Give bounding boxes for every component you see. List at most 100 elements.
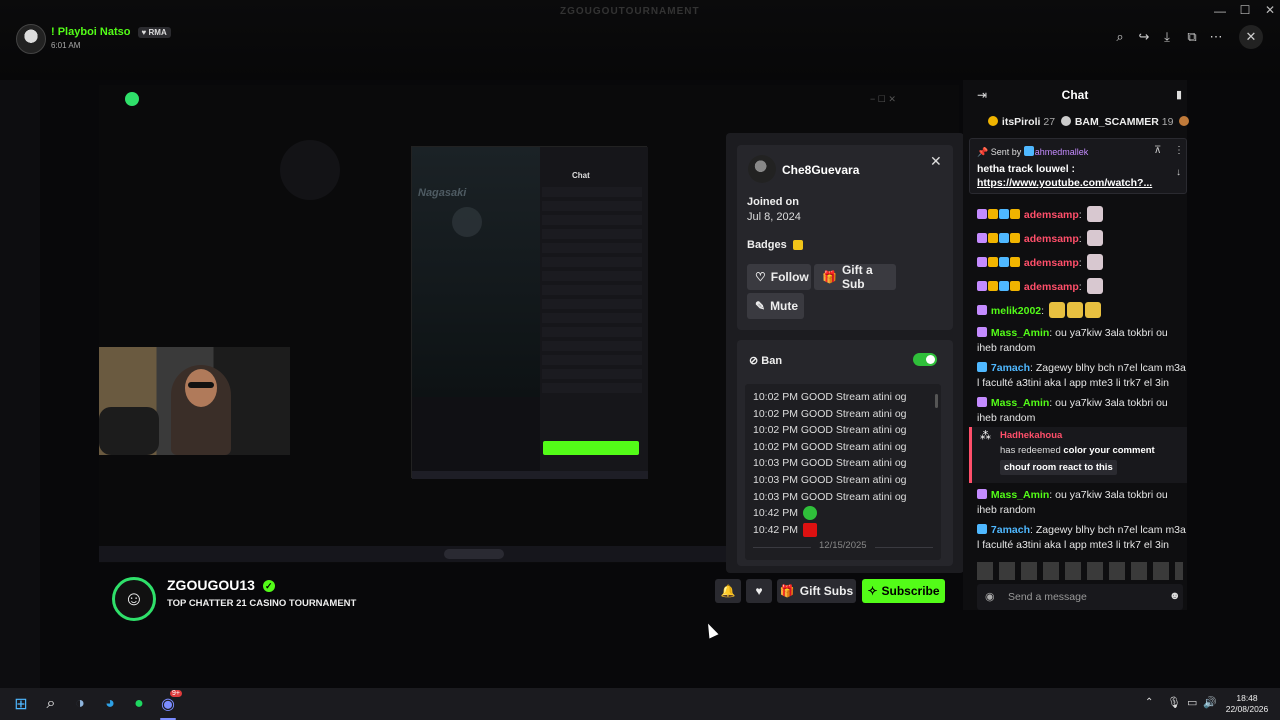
chat-input[interactable]: ◉ Send a message ☻	[977, 584, 1183, 610]
user-message-history[interactable]: 10:02 PM GOOD Stream atini og 10:02 PM GO…	[745, 384, 941, 560]
redeem-user[interactable]: Hadhekahoua	[1000, 430, 1062, 441]
pinned-more-icon[interactable]: ⋮	[1174, 145, 1184, 156]
rank-3[interactable]	[1179, 116, 1190, 128]
network-icon[interactable]: ▭	[1187, 696, 1197, 709]
user-name[interactable]: Che8Guevara	[782, 163, 859, 177]
chat-username[interactable]: ademsamp	[1024, 209, 1079, 221]
chat-username[interactable]: Mass_Amin	[991, 397, 1049, 409]
chat-username[interactable]: Mass_Amin	[991, 489, 1049, 501]
user-badge-icon	[977, 362, 987, 372]
close-card-icon[interactable]: ✕	[930, 153, 942, 170]
chat-message[interactable]: ademsamp:	[963, 278, 1187, 295]
emoji-icon[interactable]: ☻	[1169, 590, 1181, 602]
redeem-text: chouf room react to this	[1000, 460, 1117, 475]
channel-avatar[interactable]: ☺	[112, 577, 156, 621]
chat-title: Chat	[1061, 88, 1089, 102]
chat-message[interactable]: Mass_Amin: ou ya7kiw 3ala tokbri ou iheb…	[963, 488, 1187, 518]
user-avatar	[748, 155, 776, 183]
pinned-link[interactable]: https://www.youtube.com/watch?...	[977, 177, 1152, 189]
chat-message[interactable]: ademsamp:	[963, 206, 1187, 223]
chat-username[interactable]: 7amach	[991, 524, 1030, 536]
download-icon[interactable]: ⤓	[1156, 26, 1178, 48]
search-icon[interactable]: ⌕	[39, 692, 63, 716]
chat-message[interactable]: 7amach: Zagewy blhy bch n7el lcam m3a l …	[963, 523, 1187, 553]
viewer-top-bar: ! Playboi Natso ♥ RMA 6:01 AM ZGOUGOUTOU…	[0, 0, 1280, 80]
mute-button[interactable]: ✎ Mute	[747, 293, 804, 319]
chat-message[interactable]: Mass_Amin: ou ya7kiw 3ala tokbri ou iheb…	[963, 326, 1187, 356]
star-icon: ✧	[867, 584, 878, 598]
user-badge-icon	[999, 209, 1009, 219]
user-badge-icon	[977, 305, 987, 315]
edge-icon[interactable]: ◕	[98, 692, 122, 716]
pinned-message[interactable]: 📌 Sent by ahmedmallek ⊼ ⋮ hetha track lo…	[969, 138, 1187, 194]
subscribe-button[interactable]: ✧ Subscribe	[862, 579, 945, 603]
tray-chevron-icon[interactable]: ⌃	[1145, 697, 1153, 708]
emote-icon	[802, 506, 817, 521]
ban-toggle[interactable]	[913, 353, 937, 366]
chat-message[interactable]: Mass_Amin: ou ya7kiw 3ala tokbri ou iheb…	[963, 396, 1187, 426]
zoom-icon[interactable]: ⌕	[1109, 26, 1131, 48]
date-divider: 12/15/2025	[811, 540, 875, 551]
inner-screenshot: Nagasaki Chat	[411, 146, 648, 479]
emote-bar[interactable]	[977, 562, 1183, 580]
emote-icon	[1086, 278, 1103, 294]
steam-icon[interactable]: ◑	[68, 692, 92, 716]
chat-message[interactable]: melik2002:	[963, 302, 1187, 319]
sender-avatar	[16, 24, 46, 54]
chat-username[interactable]: Mass_Amin	[991, 327, 1049, 339]
background-sidebar	[0, 80, 40, 688]
heart-icon: ♡	[755, 270, 766, 284]
chat-username[interactable]: ademsamp	[1024, 281, 1079, 293]
chat-message[interactable]: 7amach: Zagewy blhy bch n7el lcam m3a l …	[963, 361, 1187, 391]
gift-subs-button[interactable]: 🎁 Gift Subs	[777, 579, 856, 603]
history-text: GOOD Stream atini og	[800, 391, 907, 403]
microphone-icon[interactable]: 🎙	[1167, 696, 1181, 709]
user-badge-icon	[999, 281, 1009, 291]
history-line: 10:03 PM GOOD Stream atini og	[753, 472, 907, 489]
history-text: GOOD Stream atini og	[800, 407, 907, 420]
windows-start-icon[interactable]: ⊞	[9, 692, 33, 716]
forward-icon[interactable]: ↪	[1133, 26, 1155, 48]
user-badge-icon	[1010, 209, 1020, 219]
chat-username[interactable]: 7amach	[991, 362, 1030, 374]
spotify-icon[interactable]: ●	[127, 692, 151, 716]
rank-2[interactable]: BAM_SCAMMER 19	[1060, 116, 1173, 128]
gift-a-sub-button[interactable]: 🎁 Gift a Sub	[814, 263, 896, 291]
pinned-text: hetha track louwel :	[977, 163, 1076, 175]
sub-badge-icon	[793, 240, 803, 250]
rank-1[interactable]: itsPiroli 27	[988, 116, 1055, 128]
user-badge-icon	[977, 397, 987, 407]
more-icon[interactable]: ⋯	[1205, 26, 1227, 48]
user-badge-icon	[999, 257, 1009, 267]
chat-username[interactable]: melik2002	[991, 305, 1041, 317]
chat-message[interactable]: ademsamp:	[963, 230, 1187, 247]
chat-username[interactable]: ademsamp	[1024, 233, 1079, 245]
sender-badge: ♥ RMA	[137, 26, 171, 38]
viewer-close-icon[interactable]: ✕	[1239, 25, 1263, 49]
leaderboard-icon[interactable]: ▮	[1176, 88, 1182, 101]
badges-label: Badges	[747, 239, 787, 251]
chat-messages-after: Mass_Amin: ou ya7kiw 3ala tokbri ou iheb…	[963, 488, 1187, 558]
user-badge-icon	[977, 233, 987, 243]
follow-button[interactable]: ♡ Follow	[747, 264, 811, 290]
notification-bell-icon[interactable]: 🔔	[715, 579, 741, 603]
emote-icon	[1048, 302, 1065, 318]
channel-name[interactable]: ZGOUGOU13 ✓	[167, 577, 275, 593]
user-badge-icon	[977, 489, 987, 499]
emote-icon	[1086, 230, 1103, 246]
chat-message[interactable]: ademsamp:	[963, 254, 1187, 271]
joined-label: Joined on	[747, 196, 799, 208]
pinned-expand-icon[interactable]: ↓	[1176, 167, 1181, 178]
clock[interactable]: 18:48 22/08/2026	[1224, 693, 1270, 715]
window-close-icon[interactable]: ✕	[1252, 3, 1280, 17]
history-scrollbar[interactable]	[935, 394, 938, 408]
open-external-icon[interactable]: ⧉	[1181, 26, 1203, 48]
unpin-icon[interactable]: ⊼	[1154, 145, 1161, 156]
mute-icon: ✎	[755, 299, 766, 313]
volume-icon[interactable]: 🔊	[1203, 696, 1217, 709]
chat-username[interactable]: ademsamp	[1024, 257, 1079, 269]
emote-icon	[1086, 254, 1103, 270]
follow-heart-icon[interactable]: ♥	[746, 579, 772, 603]
history-time: 10:03 PM	[753, 490, 798, 503]
history-time: 10:42 PM	[753, 523, 798, 536]
